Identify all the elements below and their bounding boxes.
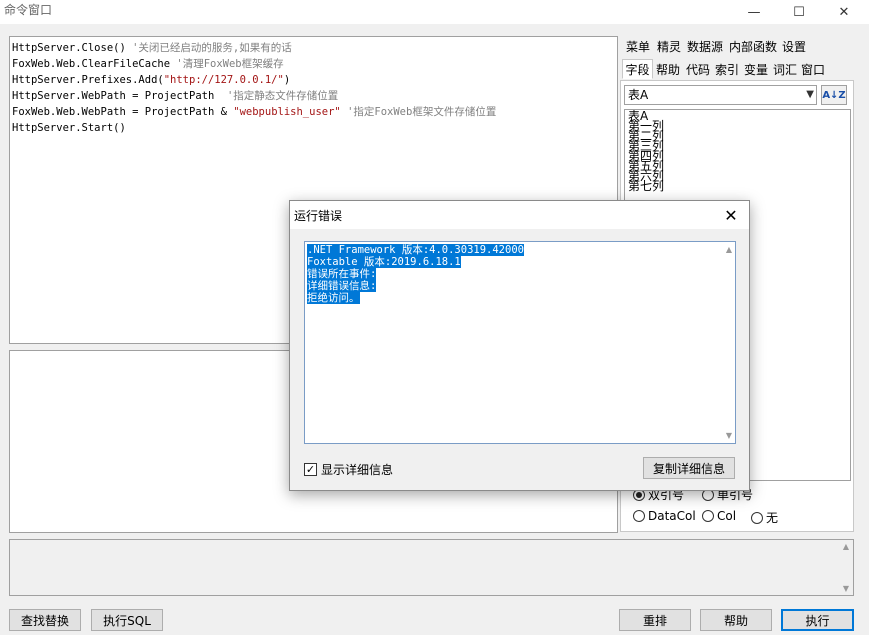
radio-col[interactable] [702,510,714,522]
code-line: FoxWeb.Web.ClearFileCache '清理FoxWeb框架缓存 [12,56,615,72]
window-title: 命令窗口 [4,3,53,17]
tab-tabrow1-4[interactable]: 设置 [780,36,808,56]
error-lines: .NET Framework 版本:4.0.30319.42000 Foxtabl… [307,244,733,304]
tab-tabrow2-6[interactable]: 窗口 [799,59,827,79]
error-line: Foxtable 版本:2019.6.18.1 [307,256,733,268]
code-text: HttpServer.WebPath = ProjectPath [12,90,227,102]
radio-datacol[interactable] [633,510,645,522]
tab-tabrow2-5[interactable]: 词汇 [771,59,799,79]
minimize-button[interactable]: — [732,0,776,24]
code-string: "http://127.0.0.1/" [163,74,284,86]
tab-tabrow2-4[interactable]: 变量 [741,59,771,79]
code-line: HttpServer.Prefixes.Add("http://127.0.0.… [12,72,615,88]
error-line: 详细错误信息: [307,280,733,292]
radio-none[interactable] [751,511,763,524]
error-details-textbox[interactable]: .NET Framework 版本:4.0.30319.42000 Foxtabl… [304,241,736,444]
execute-button[interactable]: 执行 [781,609,854,631]
code-comment: '指定静态文件存储位置 [226,90,339,102]
reorder-button[interactable]: 重排 [619,609,691,631]
radio-datacol-label: DataCol [648,509,696,523]
type-option-col[interactable]: Col [702,509,736,523]
dialog-title: 运行错误 [294,209,343,223]
code-line: HttpServer.WebPath = ProjectPath '指定静态文件… [12,88,615,104]
error-line: 错误所在事件: [307,268,733,280]
table-select[interactable]: 表A ▼ [624,85,817,105]
tab-tabrow2-3[interactable]: 索引 [713,59,741,79]
type-option-none[interactable]: 无 [751,509,778,526]
scroll-up-icon[interactable]: ▲ [726,245,732,254]
find-replace-button[interactable]: 查找替换 [9,609,81,631]
show-details-checkbox-row[interactable]: ✓ 显示详细信息 [304,461,393,478]
code-string: "webpublish_user" [233,106,341,118]
command-input-box[interactable]: ▲ ▼ [9,539,854,596]
code-comment: '指定FoxWeb框架文件存储位置 [347,106,497,118]
code-comment: '关闭已经启动的服务,如果有的话 [132,42,292,54]
code-line: HttpServer.Close() '关闭已经启动的服务,如果有的话 [12,40,615,56]
show-details-checkbox[interactable]: ✓ [304,463,317,476]
scroll-down-icon[interactable]: ▼ [843,584,849,593]
sort-az-button[interactable]: A↓Z [821,85,847,105]
error-line-text: .NET Framework 版本:4.0.30319.42000 [307,244,524,256]
tab-tabrow1-0[interactable]: 菜单 [622,36,654,56]
scroll-up-icon[interactable]: ▲ [843,542,849,551]
show-details-label: 显示详细信息 [321,463,394,477]
type-option-datacol[interactable]: DataCol [633,509,696,523]
runtime-error-dialog: 运行错误 ✕ .NET Framework 版本:4.0.30319.42000… [289,200,750,491]
code-text: HttpServer.Start() [12,122,126,134]
table-select-value: 表A [628,88,649,102]
tab-tabrow1-1[interactable]: 精灵 [654,36,684,56]
error-line-text: 详细错误信息: [307,280,377,292]
copy-details-button[interactable]: 复制详细信息 [643,457,735,479]
tab-row-2: 字段 帮助 代码 索引 变量 词汇 窗口 [622,59,827,79]
error-line-text: 拒绝访问。 [307,292,360,304]
error-line: .NET Framework 版本:4.0.30319.42000 [307,244,733,256]
scroll-down-icon[interactable]: ▼ [726,431,732,440]
tab-tabrow2-2[interactable]: 代码 [683,59,713,79]
tab-row-1: 菜单 精灵 数据源 内部函数 设置 [622,36,808,56]
error-line-text: Foxtable 版本:2019.6.18.1 [307,256,461,268]
code-line: HttpServer.Start() [12,120,615,136]
code-text: FoxWeb.Web.ClearFileCache [12,58,177,70]
code-comment: '清理FoxWeb框架缓存 [176,58,284,70]
code-line: FoxWeb.Web.WebPath = ProjectPath & "webp… [12,104,615,120]
code-text: HttpServer.Prefixes.Add( [12,74,164,86]
chevron-down-icon: ▼ [806,89,814,100]
code-text: FoxWeb.Web.WebPath = ProjectPath & [12,106,234,118]
dialog-close-button[interactable]: ✕ [718,203,744,227]
error-line-text: 错误所在事件: [307,268,377,280]
dialog-title-bar: 运行错误 ✕ [290,201,749,229]
maximize-button[interactable]: ☐ [777,0,821,24]
radio-col-label: Col [717,509,737,523]
error-line: 拒绝访问。 [307,292,733,304]
title-bar: 命令窗口 — ☐ ✕ [0,0,869,24]
column-list-item[interactable]: 第七列 [628,180,847,192]
execute-sql-button[interactable]: 执行SQL [91,609,163,631]
tab-tabrow2-1[interactable]: 帮助 [653,59,683,79]
tab-tabrow1-3[interactable]: 内部函数 [726,36,780,56]
sort-az-icon: A↓Z [822,89,846,101]
code-text: HttpServer.Close() [12,42,133,54]
tab-tabrow2-0[interactable]: 字段 [622,59,653,79]
radio-none-label: 无 [766,511,779,525]
tab-tabrow1-2[interactable]: 数据源 [684,36,726,56]
code-tail: ) [283,74,291,86]
help-button[interactable]: 帮助 [700,609,772,631]
close-button[interactable]: ✕ [822,0,866,24]
